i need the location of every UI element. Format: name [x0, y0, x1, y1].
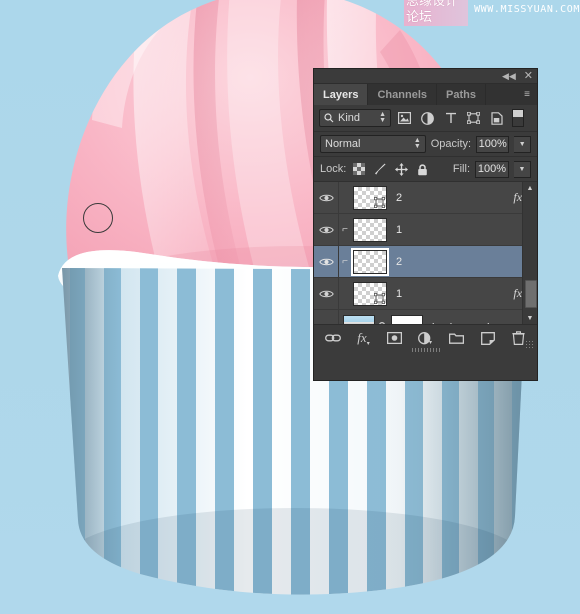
resize-grip[interactable] — [525, 340, 534, 349]
tabs-filler — [485, 84, 517, 105]
layer-visibility-toggle[interactable] — [314, 246, 339, 277]
layer-mask-thumbnail[interactable] — [391, 315, 423, 324]
fill-label: Fill: — [452, 163, 470, 175]
layer-row-selected[interactable]: ⌐ 2 — [314, 246, 537, 278]
tab-channels[interactable]: Channels — [368, 84, 437, 105]
layer-row[interactable]: 2 fx ▼ — [314, 182, 537, 214]
collapse-icon[interactable]: ◀◀ — [502, 71, 516, 81]
scrollbar-track[interactable] — [523, 194, 537, 312]
layers-list: 2 fx ▼ ⌐ 1 ⌐ 2 — [314, 182, 537, 324]
layer-fx-icon[interactable]: fx — [513, 190, 522, 205]
layers-panel: ◀◀ ✕ Layers Channels Paths ≡ Kind ▲ ▼ No… — [313, 68, 538, 381]
chevron-updown-icon[interactable]: ▲ ▼ — [379, 111, 386, 124]
layer-thumbnail[interactable] — [351, 247, 389, 276]
watermark: 思缘设计论坛 WWW.MISSYUAN.COM — [404, 0, 580, 26]
lock-position-icon[interactable] — [393, 161, 409, 177]
shape-layer-icon[interactable] — [464, 109, 483, 128]
layer-thumbnail-background[interactable] — [343, 315, 375, 324]
link-layers-icon[interactable] — [324, 329, 342, 347]
panel-titlebar: ◀◀ ✕ — [314, 69, 537, 84]
smart-object-icon[interactable] — [487, 109, 506, 128]
screenshot-root: 思缘设计论坛 WWW.MISSYUAN.COM ◀◀ ✕ Layers Chan… — [0, 0, 580, 614]
layer-name: 2 — [396, 255, 403, 268]
scrollbar-thumb[interactable] — [525, 280, 537, 308]
filter-kind-label: Kind — [338, 112, 361, 124]
fill-input[interactable]: 100% — [475, 160, 509, 178]
clipping-indicator: ⌐ — [342, 256, 348, 267]
tab-paths[interactable]: Paths — [437, 84, 486, 105]
new-adjustment-layer-icon[interactable]: ▾ — [417, 329, 435, 347]
watermark-chinese-text: 思缘设计论坛 — [404, 0, 469, 26]
clipping-indicator: ⌐ — [342, 224, 348, 235]
layer-thumbnail[interactable] — [353, 217, 387, 242]
layer-fx-icon[interactable]: fx — [513, 286, 522, 301]
lock-row: Lock: Fill: 100% ▼ — [314, 157, 537, 182]
svg-text:▾: ▾ — [429, 340, 432, 345]
blend-mode-value: Normal — [325, 138, 361, 150]
lock-image-icon[interactable] — [372, 161, 388, 177]
pixel-layer-icon[interactable] — [395, 109, 414, 128]
layer-name: 1 — [396, 223, 403, 236]
vector-mask-badge — [374, 292, 385, 304]
blend-mode-row: Normal ▲ ▼ Opacity: 100% ▼ — [314, 132, 537, 157]
new-group-folder-icon[interactable] — [448, 329, 466, 347]
new-layer-icon[interactable] — [479, 329, 497, 347]
add-layer-mask-icon[interactable] — [386, 329, 404, 347]
layer-visibility-toggle[interactable] — [314, 278, 339, 309]
filter-toggle[interactable] — [512, 109, 524, 127]
scroll-up-arrow-icon[interactable]: ▲ — [523, 182, 537, 194]
layer-row[interactable]: ⌐ 1 — [314, 214, 537, 246]
layer-visibility-toggle[interactable] — [314, 182, 339, 213]
chevron-updown-icon[interactable]: ▲ ▼ — [414, 137, 421, 150]
opacity-input[interactable]: 100% — [476, 135, 510, 153]
layer-thumbnail[interactable] — [353, 281, 387, 306]
fill-dropdown-icon[interactable]: ▼ — [514, 160, 531, 178]
lock-all-icon[interactable] — [414, 161, 430, 177]
close-icon[interactable]: ✕ — [524, 70, 533, 82]
layer-row[interactable]: 1 fx ▼ — [314, 278, 537, 310]
layers-scrollbar[interactable]: ▲ ▼ — [522, 182, 537, 324]
layer-visibility-toggle[interactable] — [314, 214, 339, 245]
tab-layers[interactable]: Layers — [314, 84, 369, 105]
scroll-down-arrow-icon[interactable]: ▼ — [523, 312, 537, 324]
brush-circle-cursor — [83, 203, 113, 233]
opacity-label: Opacity: — [430, 138, 472, 150]
opacity-dropdown-icon[interactable]: ▼ — [514, 135, 531, 153]
type-layer-icon[interactable] — [441, 109, 460, 128]
layer-name: 1 — [396, 287, 403, 300]
lock-label: Lock: — [320, 163, 347, 175]
layer-style-fx-icon[interactable]: fx ▾ — [355, 329, 373, 347]
layers-panel-toolbar: fx ▾ ▾ — [314, 324, 537, 352]
lock-transparency-icon[interactable] — [351, 161, 367, 177]
filter-kind-select[interactable]: Kind ▲ ▼ — [319, 109, 391, 127]
blend-mode-select[interactable]: Normal ▲ ▼ — [320, 135, 426, 153]
layer-name: 2 — [396, 191, 403, 204]
watermark-url-text: WWW.MISSYUAN.COM — [474, 3, 580, 15]
layer-visibility-toggle[interactable] — [314, 310, 339, 324]
search-icon — [324, 113, 334, 123]
panel-resize-handle[interactable] — [411, 348, 440, 352]
layer-filter-row: Kind ▲ ▼ — [314, 105, 537, 132]
layer-thumbnail[interactable] — [353, 185, 387, 210]
layer-row-background[interactable]: background — [314, 310, 537, 324]
adjustment-layer-icon[interactable] — [418, 109, 437, 128]
panel-tabs: Layers Channels Paths ≡ — [314, 84, 537, 105]
vector-mask-badge — [374, 196, 385, 208]
panel-menu-icon[interactable]: ≡ — [517, 84, 537, 105]
